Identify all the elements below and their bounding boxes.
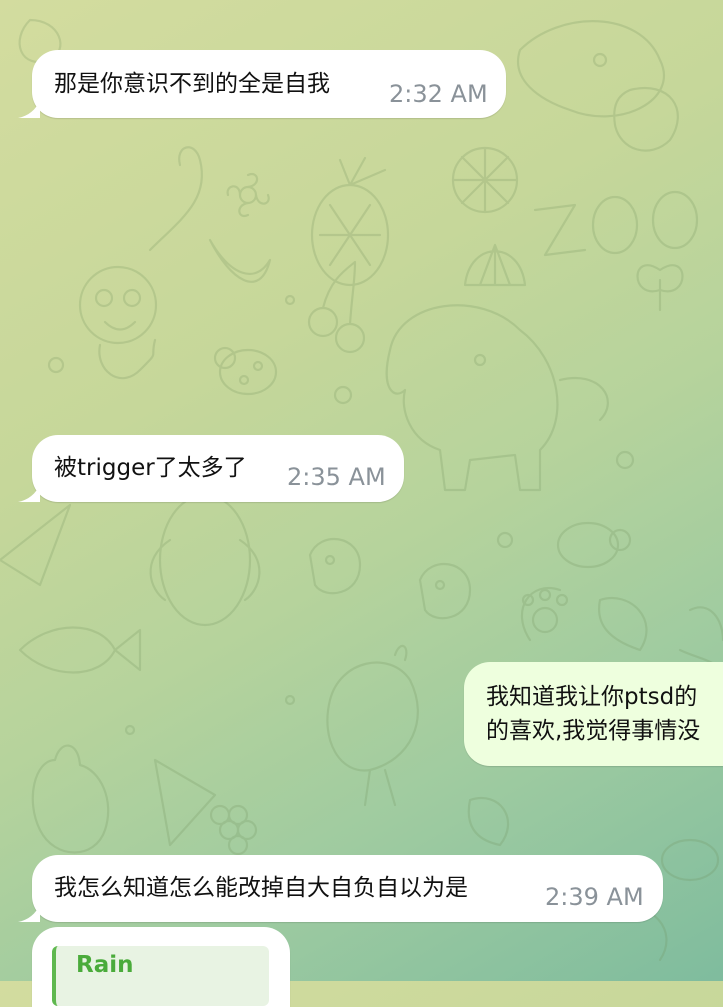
message-text: 被trigger了太多了 <box>54 455 247 481</box>
message-timestamp: 2:32 AM <box>389 80 488 108</box>
message-text: 我知道我让你ptsd的 的喜欢,我觉得事情没 <box>486 680 700 748</box>
message-text-line-2: 的喜欢,我觉得事情没 <box>486 718 701 744</box>
reply-sender-name: Rain <box>76 952 134 978</box>
message-text: 我怎么知道怎么能改掉自大自负自以为是 <box>54 875 468 901</box>
reply-quote[interactable]: Rain <box>52 946 269 1006</box>
bubble-tail <box>18 100 40 118</box>
message-bubble-incoming[interactable]: 被trigger了太多了 2:35 AM <box>32 435 404 502</box>
message-bubble-incoming[interactable]: 那是你意识不到的全是自我 2:32 AM <box>32 50 506 118</box>
bubble-tail <box>18 904 40 922</box>
message-bubble-outgoing[interactable]: 我知道我让你ptsd的 的喜欢,我觉得事情没 <box>464 662 723 766</box>
message-text-line-1: 我知道我让你ptsd的 <box>486 684 698 710</box>
bubble-tail <box>18 484 40 502</box>
message-timestamp: 2:39 AM <box>545 883 644 911</box>
message-text: 那是你意识不到的全是自我 <box>54 71 330 97</box>
message-bubble-incoming[interactable]: 我怎么知道怎么能改掉自大自负自以为是 2:39 AM <box>32 855 663 922</box>
message-timestamp: 2:35 AM <box>287 463 386 491</box>
